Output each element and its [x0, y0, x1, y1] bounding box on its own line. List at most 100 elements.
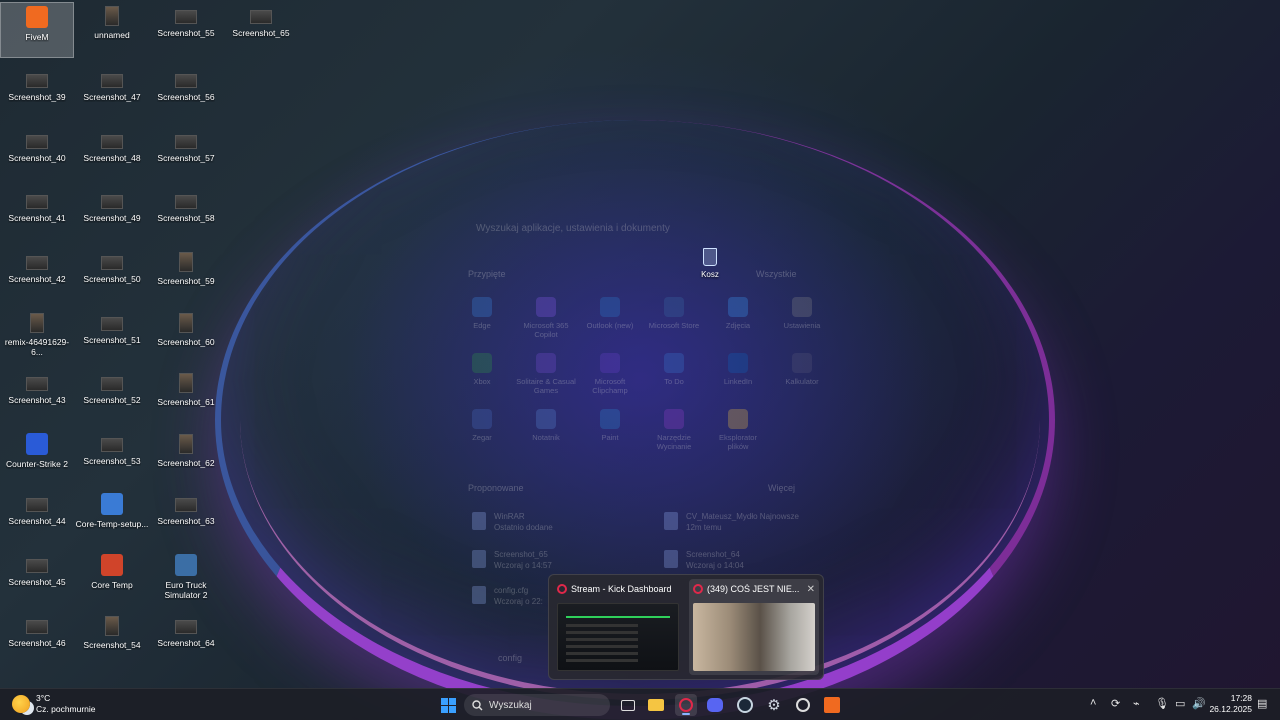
desktop-icon-label: Screenshot_51 [83, 335, 141, 345]
pinned-app-label: Microsoft Store [648, 321, 700, 330]
desktop-icon[interactable]: Screenshot_58 [149, 187, 223, 243]
desktop-icon[interactable]: remix-46491629-6... [0, 309, 74, 365]
pinned-app-label: Edge [473, 321, 491, 330]
search-icon [472, 699, 483, 710]
desktop-icon[interactable]: Screenshot_50 [75, 248, 149, 304]
clock-time: 17:28 [1230, 693, 1252, 703]
recycle-bin-label: Kosz [701, 270, 719, 279]
app-icon [792, 353, 812, 373]
desktop-icon[interactable]: Screenshot_64 [149, 612, 223, 668]
desktop-icon-label: Screenshot_40 [8, 153, 66, 163]
desktop-icon[interactable]: Screenshot_47 [75, 66, 149, 122]
app-icon [600, 409, 620, 429]
desktop-icon-label: Screenshot_48 [83, 153, 141, 163]
recycle-bin[interactable]: Kosz [696, 248, 724, 279]
pinned-app-label: Ustawienia [783, 321, 821, 330]
pinned-app: Edge [452, 297, 512, 330]
start-search-placeholder: Wyszukaj aplikacje, ustawienia i dokumen… [476, 223, 670, 234]
file-explorer-button[interactable] [645, 694, 667, 716]
clock[interactable]: 17:28 26.12.2025 [1206, 693, 1252, 715]
network-off-icon[interactable]: ⌁ [1133, 697, 1140, 710]
pinned-app-label: Eksplorator plików [719, 433, 757, 451]
app-icon [536, 409, 556, 429]
pinned-app: LinkedIn [708, 353, 768, 386]
desktop-icon[interactable]: Screenshot_65 [224, 2, 298, 58]
opera-button[interactable] [675, 694, 697, 716]
desktop-icon[interactable]: Counter-Strike 2 [0, 430, 74, 486]
desktop-icon[interactable]: Screenshot_56 [149, 66, 223, 122]
search-label: Wyszukaj [489, 699, 532, 711]
desktop-icon[interactable]: Screenshot_54 [75, 612, 149, 668]
desktop-icon[interactable]: Core-Temp-setup... [75, 490, 149, 546]
recommended-item: WinRAR Ostatnio dodane [468, 511, 553, 533]
notification-icon[interactable]: ▤ [1257, 697, 1267, 710]
task-view-button[interactable] [617, 694, 639, 716]
app-icon [664, 409, 684, 429]
settings-button[interactable]: ⚙ [763, 694, 785, 716]
preview-video[interactable]: (349) COŚ JEST NIE... ✕ [689, 579, 819, 675]
sync-icon[interactable]: ⟳ [1111, 697, 1120, 710]
app-icon [664, 297, 684, 317]
desktop-icon[interactable]: Screenshot_53 [75, 430, 149, 486]
image-file-icon [101, 74, 123, 88]
desktop-icon[interactable]: unnamed [75, 2, 149, 58]
desktop-icon[interactable]: Screenshot_44 [0, 490, 74, 546]
close-icon[interactable]: ✕ [807, 584, 815, 595]
partly-cloudy-icon [12, 695, 30, 713]
desktop-icon[interactable]: Screenshot_40 [0, 127, 74, 183]
desktop-icon[interactable]: Screenshot_41 [0, 187, 74, 243]
desktop-icon[interactable]: Screenshot_42 [0, 248, 74, 304]
image-file-icon [179, 373, 193, 393]
desktop-icon[interactable]: Screenshot_55 [149, 2, 223, 58]
desktop-icon[interactable]: Screenshot_49 [75, 187, 149, 243]
weather-desc: Cz. pochmurnie [36, 704, 96, 714]
pinned-app: Kalkulator [772, 353, 832, 386]
desktop-icon[interactable]: Screenshot_59 [149, 248, 223, 304]
start-button[interactable] [437, 694, 459, 716]
desktop-icon[interactable]: Screenshot_48 [75, 127, 149, 183]
image-file-icon [175, 620, 197, 634]
desktop-icon[interactable]: Screenshot_46 [0, 612, 74, 668]
desktop-icon[interactable]: Screenshot_57 [149, 127, 223, 183]
desktop-icon[interactable]: Screenshot_60 [149, 309, 223, 365]
image-file-icon [26, 377, 48, 391]
speaker-icon[interactable]: 🔊 [1192, 697, 1206, 710]
recommended-sub: Ostatnio dodane [494, 523, 553, 532]
microphone-icon[interactable]: 🎙 [1155, 697, 1169, 710]
desktop-icon[interactable]: Screenshot_51 [75, 309, 149, 365]
desktop-icon-label: Screenshot_64 [157, 638, 215, 648]
pinned-app: Narzędzie Wycinanie [644, 409, 704, 451]
weather-widget[interactable]: 3°C Cz. pochmurnie [12, 693, 96, 715]
chevron-up-icon[interactable]: ˄ [1090, 697, 1096, 709]
desktop-icon-label: Screenshot_52 [83, 395, 141, 405]
taskbar-search[interactable]: Wyszukaj [464, 694, 610, 716]
desktop-icon[interactable]: Screenshot_52 [75, 369, 149, 425]
app-icon [600, 297, 620, 317]
app-icon [26, 6, 48, 28]
steam-button[interactable] [734, 694, 756, 716]
image-file-icon [26, 498, 48, 512]
desktop-icon[interactable]: Screenshot_61 [149, 369, 223, 425]
fivem-button[interactable] [821, 694, 843, 716]
desktop-icon-label: Screenshot_47 [83, 92, 141, 102]
desktop-icon[interactable]: Euro Truck Simulator 2 [149, 551, 223, 607]
image-file-icon [101, 377, 123, 391]
desktop-icon[interactable]: Screenshot_62 [149, 430, 223, 486]
monitor-icon[interactable]: ▭ [1175, 697, 1185, 710]
desktop-icon[interactable]: Screenshot_45 [0, 551, 74, 607]
more-link: Więcej [768, 483, 796, 493]
pinned-app-label: Microsoft Clipchamp [592, 377, 628, 395]
desktop-icon[interactable]: Screenshot_63 [149, 490, 223, 546]
recommended-sub: 12m temu [686, 523, 722, 532]
discord-button[interactable] [704, 694, 726, 716]
desktop-icon-label: Core-Temp-setup... [75, 519, 149, 529]
desktop-icon-label: Screenshot_61 [157, 397, 215, 407]
image-file-icon [179, 434, 193, 454]
app-button[interactable] [792, 694, 814, 716]
preview-kick-dashboard[interactable]: Stream - Kick Dashboard [553, 579, 683, 675]
desktop-icon[interactable]: Screenshot_43 [0, 369, 74, 425]
desktop-icon[interactable]: Core Temp [75, 551, 149, 607]
desktop-icon[interactable]: Screenshot_39 [0, 66, 74, 122]
image-file-icon [26, 74, 48, 88]
desktop-icon[interactable]: FiveM [0, 2, 74, 58]
